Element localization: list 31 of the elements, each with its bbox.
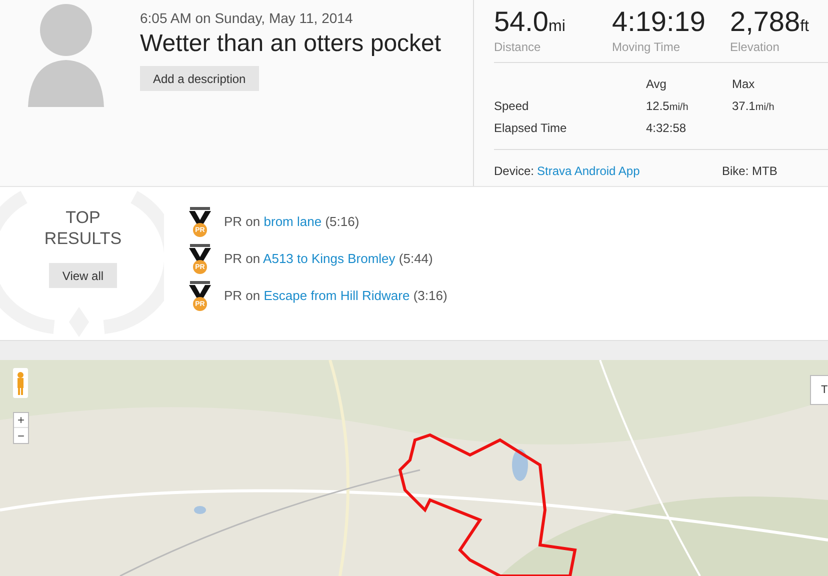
result-text: PR on brom lane (5:16) xyxy=(224,213,360,232)
device-label: Device: xyxy=(494,163,536,180)
segment-link[interactable]: A513 to Kings Bromley xyxy=(263,251,396,266)
column-header: Max xyxy=(732,76,756,93)
add-description-button[interactable]: Add a description xyxy=(140,66,259,91)
row-label: Speed xyxy=(494,98,530,115)
zoom-out-button[interactable]: − xyxy=(14,428,28,443)
top-results-heading: TOP RESULTS xyxy=(43,207,123,249)
segment-link[interactable]: brom lane xyxy=(264,214,322,230)
stat-label: Distance xyxy=(494,39,542,56)
view-all-button[interactable]: View all xyxy=(49,263,117,288)
bike-info: Bike: MTB xyxy=(722,163,778,180)
stat-value: 2,788ft xyxy=(730,6,810,38)
stat-value: 4:19:19 xyxy=(612,6,706,38)
activity-title: Wetter than an otters pocket xyxy=(140,29,442,59)
device-link[interactable]: Strava Android App xyxy=(537,162,722,180)
result-text: PR on Escape from Hill Ridware (3:16) xyxy=(224,287,448,306)
avg-value: 12.5mi/h xyxy=(646,98,690,115)
max-value: 37.1mi/h xyxy=(732,98,776,115)
pegman-icon[interactable] xyxy=(13,368,28,398)
zoom-in-button[interactable]: + xyxy=(14,413,28,428)
activity-datetime: 6:05 AM on Sunday, May 11, 2014 xyxy=(140,9,354,28)
column-header: Avg xyxy=(646,76,668,93)
stat-label: Elevation xyxy=(730,39,780,56)
stat-label: Moving Time xyxy=(612,39,682,56)
segment-link[interactable]: Escape from Hill Ridware xyxy=(264,288,410,304)
result-text: PR on A513 to Kings Bromley (5:44) xyxy=(224,250,433,268)
row-label: Elapsed Time xyxy=(494,120,568,137)
map-type-button[interactable]: T xyxy=(810,375,828,405)
avg-value: 4:32:58 xyxy=(646,120,688,137)
stat-value: 54.0mi xyxy=(494,6,566,38)
